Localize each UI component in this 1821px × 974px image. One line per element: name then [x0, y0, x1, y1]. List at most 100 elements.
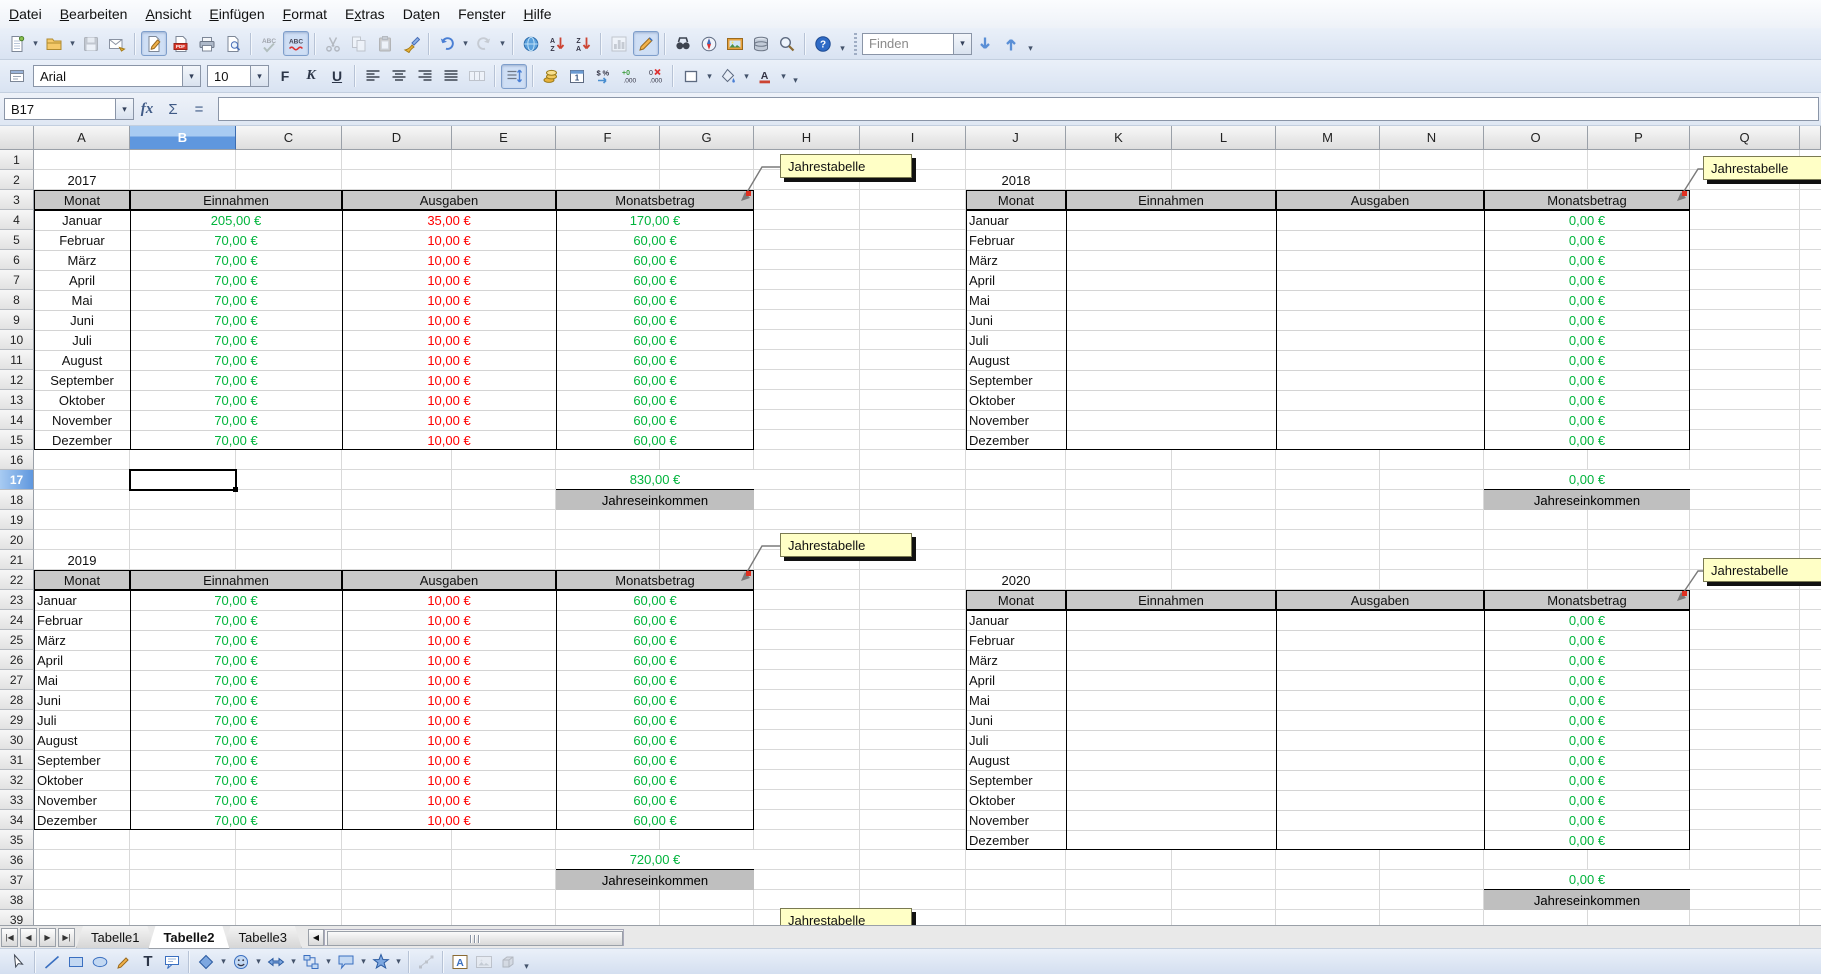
cell-monatsbetrag[interactable]: 0,00 € — [1484, 350, 1690, 370]
borders-dropdown-icon[interactable]: ▾ — [704, 64, 715, 88]
cell-month[interactable]: November — [966, 410, 1066, 430]
cell-month[interactable]: August — [34, 350, 130, 370]
cell-month[interactable]: September — [34, 370, 130, 390]
menu-fenster[interactable]: Fenster — [449, 2, 514, 26]
cell-ausgaben[interactable]: 10,00 € — [342, 630, 556, 650]
menu-bearbeiten[interactable]: Bearbeiten — [51, 2, 137, 26]
row-header-33[interactable]: 33 — [0, 790, 34, 810]
basic-shapes-icon[interactable] — [195, 951, 217, 973]
cell-monatsbetrag[interactable]: 0,00 € — [1484, 710, 1690, 730]
function-wizard-icon[interactable]: fx — [134, 101, 160, 118]
row-header-38[interactable]: 38 — [0, 890, 34, 910]
cell-monatsbetrag[interactable]: 60,00 € — [556, 390, 754, 410]
cell-ausgaben[interactable]: 10,00 € — [342, 790, 556, 810]
row-header-14[interactable]: 14 — [0, 410, 34, 430]
cell-monatsbetrag[interactable]: 60,00 € — [556, 430, 754, 450]
cell-month[interactable]: März — [966, 250, 1066, 270]
find-toolbar-overflow-icon[interactable]: ▾ — [1024, 32, 1037, 56]
cell-ausgaben[interactable]: 10,00 € — [342, 650, 556, 670]
cell-einnahmen[interactable]: 70,00 € — [130, 290, 342, 310]
cell-monatsbetrag[interactable]: 0,00 € — [1484, 810, 1690, 830]
cell-ausgaben[interactable]: 10,00 € — [342, 610, 556, 630]
row-header-6[interactable]: 6 — [0, 250, 34, 270]
sum-icon[interactable]: Σ — [160, 101, 186, 118]
row-header-22[interactable]: 22 — [0, 570, 34, 590]
toolbar-overflow-icon[interactable]: ▾ — [789, 64, 802, 88]
cell-month[interactable]: Juni — [966, 710, 1066, 730]
cell-ausgaben[interactable]: 10,00 € — [342, 350, 556, 370]
font-color-icon[interactable]: A — [753, 64, 777, 88]
cell-einnahmen[interactable]: 70,00 € — [130, 410, 342, 430]
callout-shapes-dropdown-icon[interactable]: ▾ — [358, 950, 369, 974]
cell-ausgaben[interactable]: 10,00 € — [342, 390, 556, 410]
cell-einnahmen[interactable]: 70,00 € — [130, 790, 342, 810]
star-shapes-dropdown-icon[interactable]: ▾ — [393, 950, 404, 974]
cell-monatsbetrag[interactable]: 0,00 € — [1484, 830, 1690, 850]
merge-cells-icon[interactable] — [465, 64, 489, 88]
search-input[interactable]: Finden▾ — [862, 33, 972, 55]
cell-year-2019[interactable]: 2019 — [34, 550, 130, 570]
block-arrows-icon[interactable] — [265, 951, 287, 973]
align-center-icon[interactable] — [387, 64, 411, 88]
select-icon[interactable] — [7, 951, 29, 973]
table-2018-header-monat[interactable]: Monat — [966, 190, 1066, 210]
row-header-23[interactable]: 23 — [0, 590, 34, 610]
cell-ausgaben[interactable]: 10,00 € — [342, 750, 556, 770]
row-header-32[interactable]: 32 — [0, 770, 34, 790]
data-sources-icon[interactable] — [749, 32, 773, 56]
cell-ausgaben[interactable]: 10,00 € — [342, 330, 556, 350]
column-header-partial[interactable] — [1800, 126, 1821, 150]
cell-jahreseinkommen-label-2020[interactable]: Jahreseinkommen — [1484, 890, 1690, 910]
cells-area[interactable]: 2017MonatEinnahmenAusgabenMonatsbetragJa… — [34, 150, 1821, 925]
cell-month[interactable]: Dezember — [34, 430, 130, 450]
cell-month[interactable]: Dezember — [34, 810, 130, 830]
row-header-31[interactable]: 31 — [0, 750, 34, 770]
column-header-I[interactable]: I — [860, 126, 966, 150]
hyperlink-icon[interactable] — [519, 32, 543, 56]
new-document-icon[interactable] — [5, 32, 29, 56]
column-header-Q[interactable]: Q — [1690, 126, 1800, 150]
scrollbar-thumb[interactable] — [327, 931, 623, 946]
column-header-D[interactable]: D — [342, 126, 452, 150]
save-icon[interactable] — [79, 32, 103, 56]
row-header-3[interactable]: 3 — [0, 190, 34, 210]
show-draw-functions-icon[interactable] — [633, 31, 659, 56]
cell-month[interactable]: April — [34, 650, 130, 670]
sheet-nav-previous-icon[interactable]: ◀ — [20, 928, 37, 947]
row-header-17[interactable]: 17 — [0, 470, 34, 490]
cell-cursor[interactable] — [129, 469, 237, 491]
cell-monatsbetrag[interactable]: 60,00 € — [556, 270, 754, 290]
sort-descending-icon[interactable]: ZA — [571, 32, 595, 56]
cell-monatsbetrag[interactable]: 0,00 € — [1484, 610, 1690, 630]
column-header-A[interactable]: A — [34, 126, 130, 150]
cell-monatsbetrag[interactable]: 60,00 € — [556, 330, 754, 350]
add-decimal-icon[interactable]: +0.000 — [617, 64, 641, 88]
row-header-24[interactable]: 24 — [0, 610, 34, 630]
cell-monatsbetrag[interactable]: 60,00 € — [556, 310, 754, 330]
cell-month[interactable]: Mai — [966, 690, 1066, 710]
table-2017-header-monatsbetrag[interactable]: Monatsbetrag — [556, 190, 754, 210]
cell-jahreseinkommen-total-2017[interactable]: 830,00 € — [556, 470, 754, 490]
cell-monatsbetrag[interactable]: 60,00 € — [556, 710, 754, 730]
format-paintbrush-icon[interactable] — [399, 32, 423, 56]
find-previous-icon[interactable] — [999, 32, 1023, 56]
cell-month[interactable]: April — [34, 270, 130, 290]
column-header-J[interactable]: J — [966, 126, 1066, 150]
align-right-icon[interactable] — [413, 64, 437, 88]
background-color-dropdown-icon[interactable]: ▾ — [741, 64, 752, 88]
currency-format-icon[interactable] — [539, 64, 563, 88]
row-header-15[interactable]: 15 — [0, 430, 34, 450]
navigator-icon[interactable] — [697, 32, 721, 56]
row-header-7[interactable]: 7 — [0, 270, 34, 290]
cell-monatsbetrag[interactable]: 60,00 € — [556, 290, 754, 310]
column-header-O[interactable]: O — [1484, 126, 1588, 150]
cell-einnahmen[interactable]: 70,00 € — [130, 770, 342, 790]
table-2019-header-monat[interactable]: Monat — [34, 570, 130, 590]
cell-einnahmen[interactable]: 70,00 € — [130, 730, 342, 750]
borders-icon[interactable] — [679, 64, 703, 88]
search-dropdown-icon[interactable]: ▾ — [953, 34, 971, 54]
formula-input[interactable] — [218, 97, 1819, 121]
insert-image-icon[interactable] — [473, 951, 495, 973]
styles-and-formatting-icon[interactable] — [5, 64, 29, 88]
row-header-18[interactable]: 18 — [0, 490, 34, 510]
